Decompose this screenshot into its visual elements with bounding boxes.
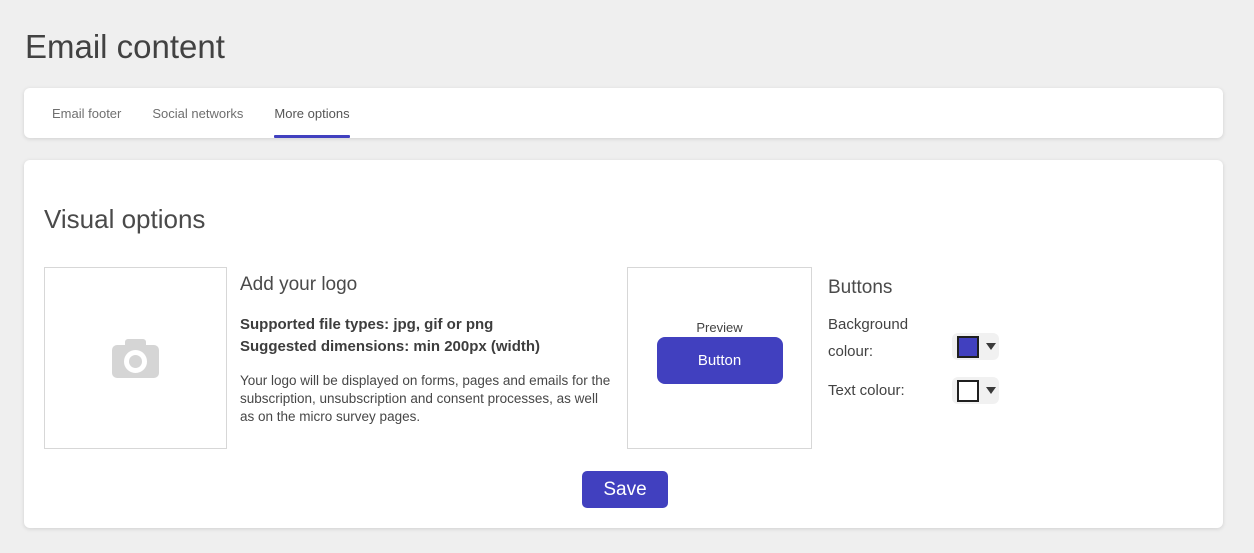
logo-description-text: Your logo will be displayed on forms, pa…	[240, 372, 615, 426]
background-colour-label: Background colour:	[828, 311, 940, 365]
preview-label: Preview	[628, 320, 811, 335]
tab-social-networks-label: Social networks	[152, 106, 243, 121]
tab-bar: Email footer Social networks More option…	[24, 88, 1223, 138]
caret-down-icon	[986, 387, 996, 394]
text-colour-label: Text colour:	[828, 377, 940, 404]
text-colour-swatch	[957, 380, 979, 402]
tab-more-options-label: More options	[274, 106, 349, 121]
text-colour-picker[interactable]	[952, 377, 999, 404]
tab-social-networks[interactable]: Social networks	[152, 88, 243, 138]
visual-options-card: Visual options Add your logo Supported f…	[24, 160, 1223, 528]
tab-email-footer[interactable]: Email footer	[52, 88, 121, 138]
active-tab-underline	[274, 135, 349, 138]
visual-options-heading: Visual options	[44, 204, 205, 235]
buttons-settings-column: Buttons Background colour: Text colour:	[828, 267, 1038, 449]
preview-button: Button	[657, 337, 783, 384]
tab-more-options[interactable]: More options	[274, 88, 349, 138]
button-preview-box: Preview Button	[627, 267, 812, 449]
page-title: Email content	[25, 28, 225, 66]
background-colour-swatch	[957, 336, 979, 358]
supported-file-types-text: Supported file types: jpg, gif or png	[240, 314, 616, 336]
logo-upload-box[interactable]	[44, 267, 227, 449]
caret-down-icon	[986, 343, 996, 350]
logo-info-column: Add your logo Supported file types: jpg,…	[240, 267, 616, 426]
save-button[interactable]: Save	[582, 471, 668, 508]
add-logo-heading: Add your logo	[240, 273, 616, 297]
tab-email-footer-label: Email footer	[52, 106, 121, 121]
camera-icon	[112, 339, 160, 378]
suggested-dimensions-text: Suggested dimensions: min 200px (width)	[240, 336, 616, 358]
background-colour-picker[interactable]	[952, 333, 999, 360]
buttons-heading: Buttons	[828, 277, 892, 299]
